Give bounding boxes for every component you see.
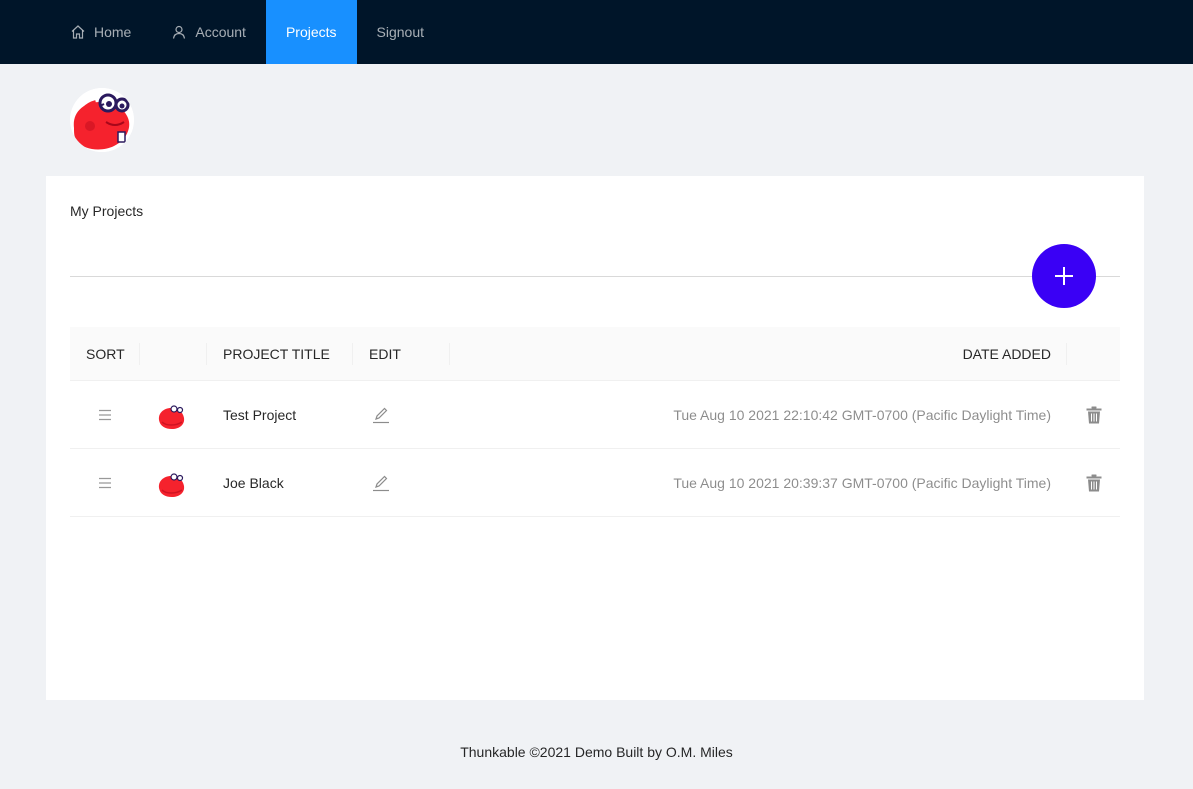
drag-handle[interactable] [98,381,112,448]
trash-icon [1086,474,1102,491]
date-added: Tue Aug 10 2021 22:10:42 GMT-0700 (Pacif… [673,406,1051,423]
mascot-icon [70,88,134,152]
project-thumbnail [154,449,188,516]
table-header: SORT PROJECT TITLE EDIT DATE ADDED [70,327,1120,381]
drag-handle-icon [99,477,111,488]
projects-table: SORT PROJECT TITLE EDIT DATE ADDED Test … [70,327,1120,517]
delete-button[interactable] [1086,449,1102,516]
column-separator [206,343,207,365]
nav-item-account[interactable]: Account [151,0,266,64]
mascot-icon [154,465,188,500]
user-icon [173,25,186,39]
mascot-icon [154,397,188,432]
column-separator [352,343,353,365]
edit-button[interactable] [372,381,390,448]
nav-item-label: Signout [376,24,425,40]
top-navigation: Home Account Projects Signout [0,0,1193,64]
column-separator [449,343,450,365]
footer: Thunkable ©2021 Demo Built by O.M. Miles [460,744,733,760]
nav-item-projects[interactable]: Projects [265,0,357,64]
column-separator [1066,343,1067,365]
divider [70,276,1120,277]
edit-icon [373,475,389,491]
date-added: Tue Aug 10 2021 20:39:37 GMT-0700 (Pacif… [673,474,1051,491]
table-row: Test Project Tue Aug 10 2021 22:10:42 GM… [70,381,1120,449]
plus-icon [1055,267,1073,285]
edit-icon [373,407,389,423]
column-header-sort: SORT [86,346,125,362]
drag-handle-icon [99,409,111,420]
column-separator [139,343,140,365]
table-row: Joe Black Tue Aug 10 2021 20:39:37 GMT-0… [70,449,1120,517]
projects-card: My Projects SORT PROJECT TITLE EDIT DATE… [46,176,1144,700]
column-header-edit: EDIT [369,346,401,362]
logo [70,88,134,152]
drag-handle[interactable] [98,449,112,516]
column-header-date-added: DATE ADDED [962,346,1051,362]
edit-button[interactable] [372,449,390,516]
trash-icon [1086,406,1102,423]
delete-button[interactable] [1086,381,1102,448]
project-title: Test Project [223,406,297,423]
nav-item-home[interactable]: Home [50,0,151,64]
add-project-button[interactable] [1032,244,1096,308]
nav-item-signout[interactable]: Signout [357,0,444,64]
card-title: My Projects [70,203,144,219]
nav-item-label: Account [195,24,246,40]
project-thumbnail [154,381,188,448]
home-icon [71,25,85,39]
nav-item-label: Projects [285,24,337,40]
nav-item-label: Home [94,24,132,40]
column-header-project-title: PROJECT TITLE [223,346,330,362]
project-title: Joe Black [223,474,284,491]
